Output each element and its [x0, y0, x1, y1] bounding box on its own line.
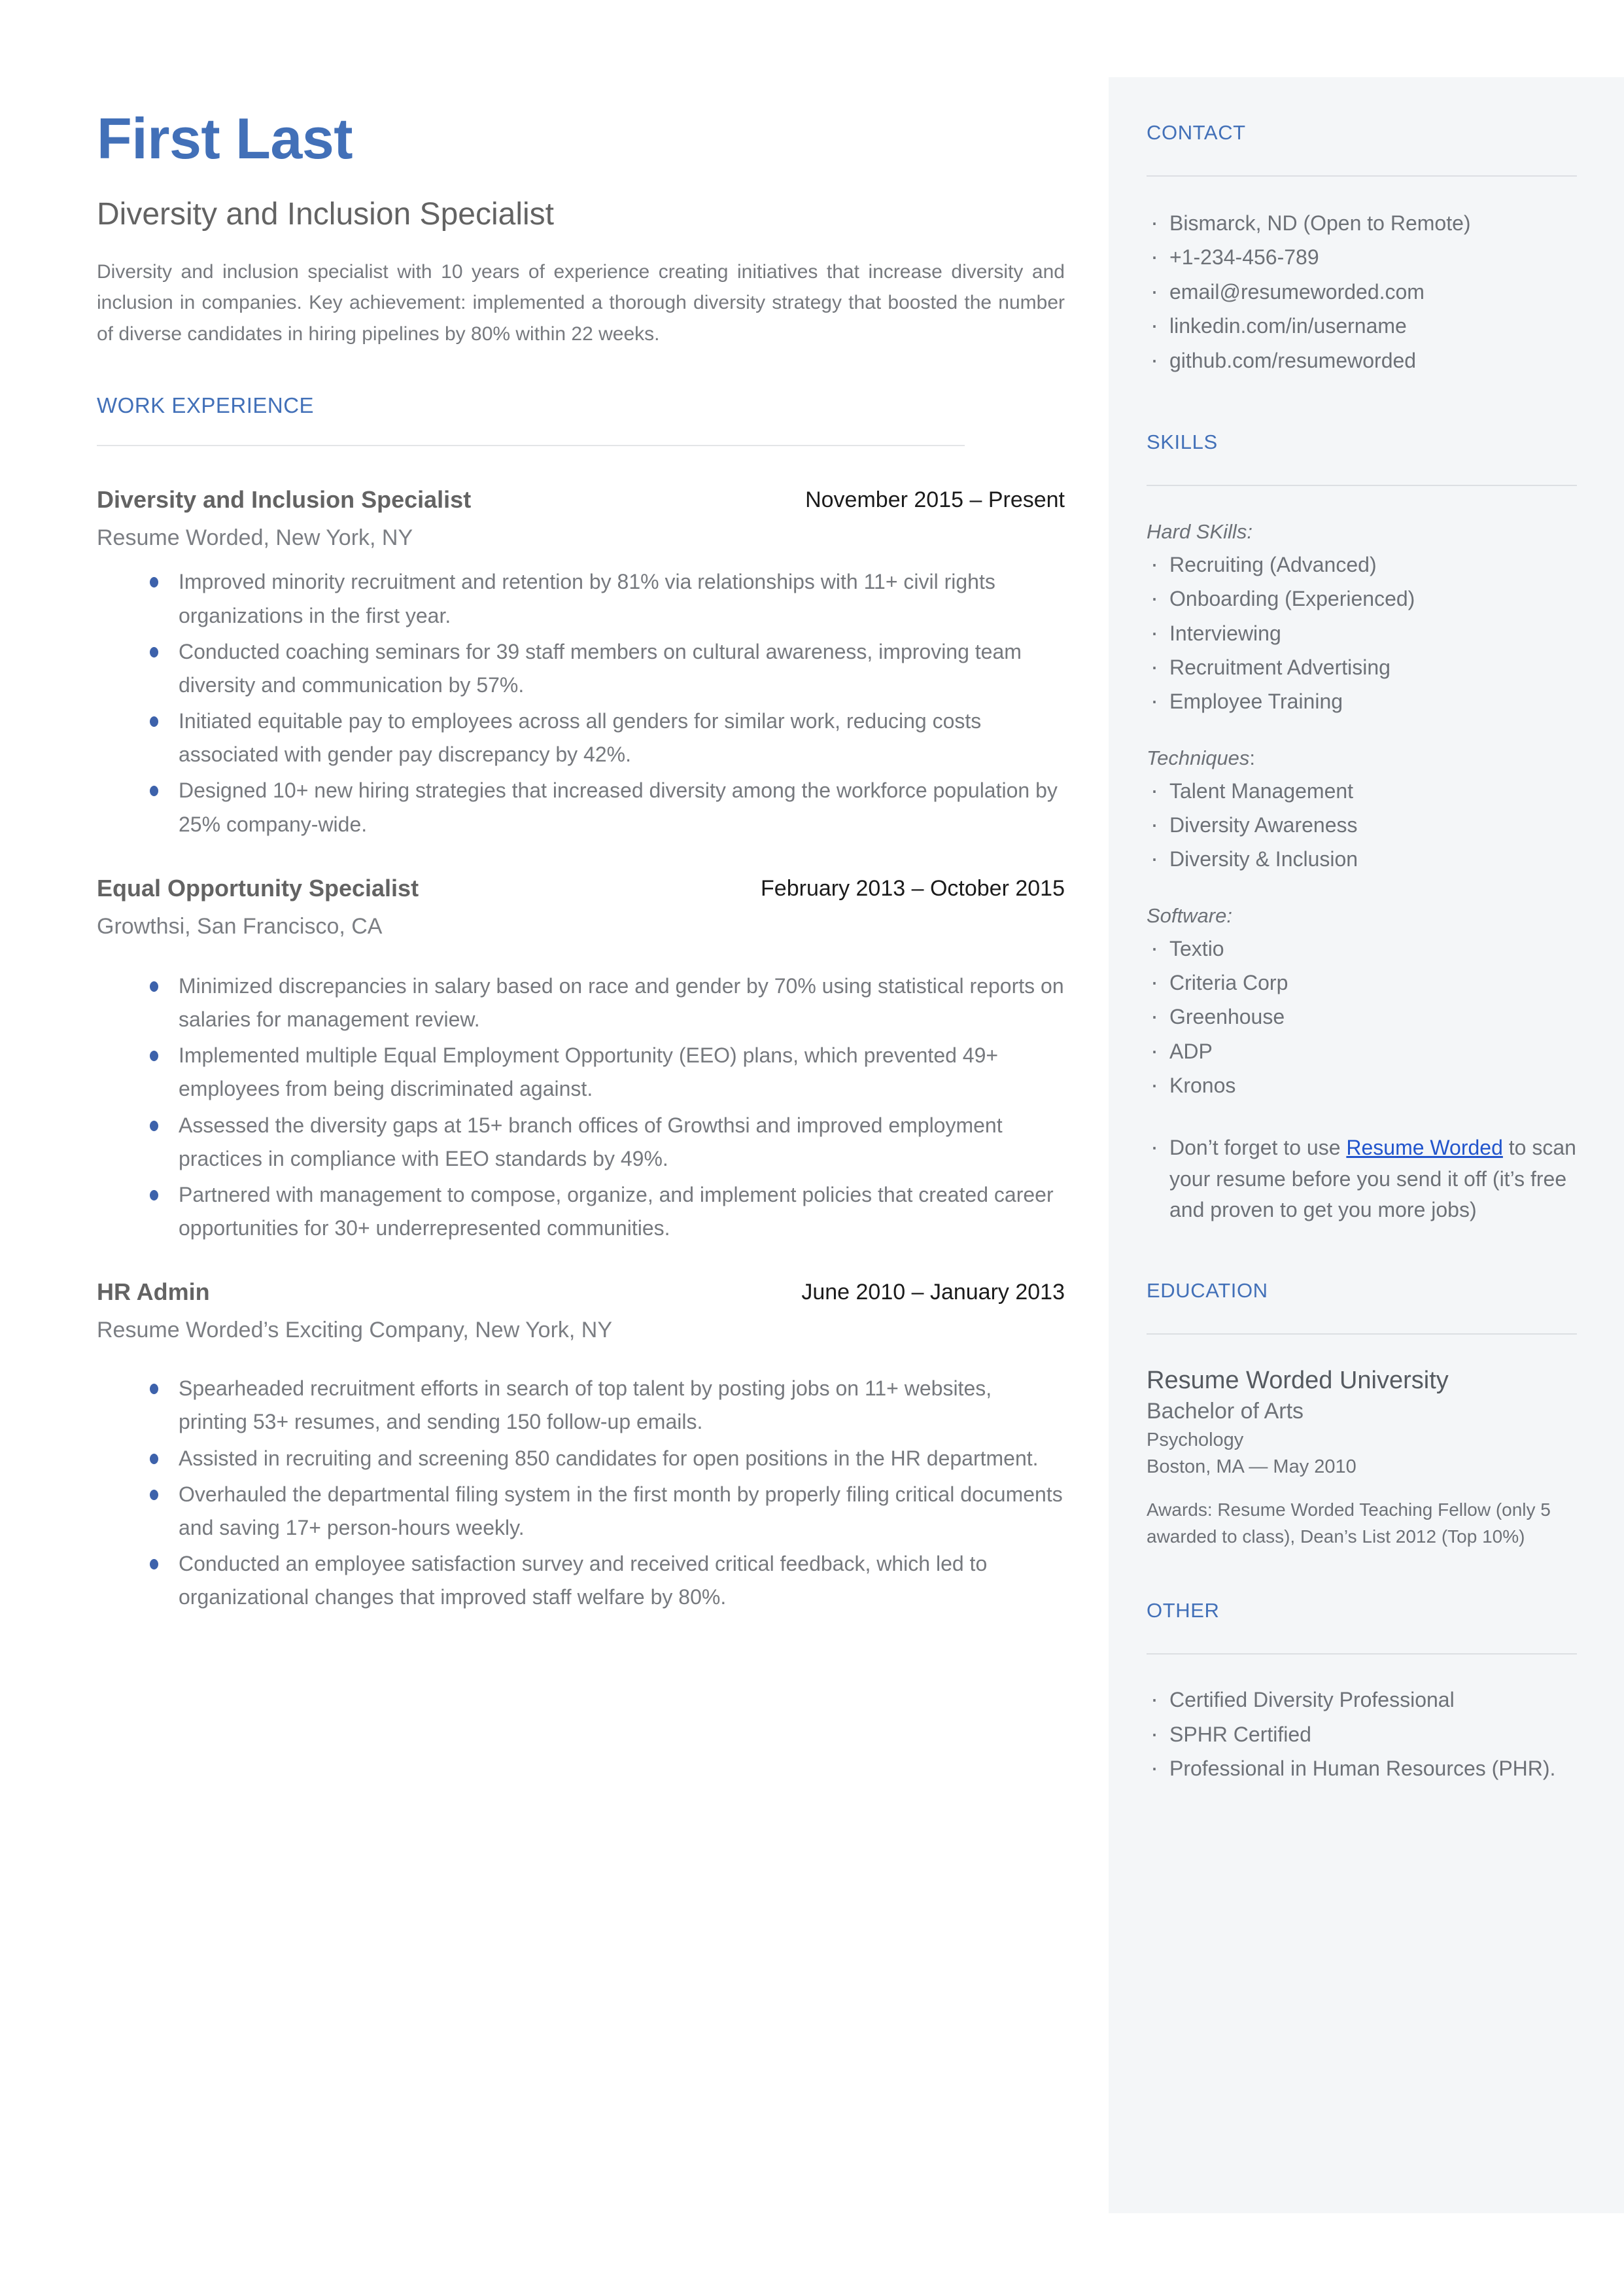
- job-bullets: Improved minority recruitment and retent…: [97, 565, 1065, 841]
- job-entry: Equal Opportunity Specialist February 20…: [97, 874, 1065, 1245]
- skill-item: Talent Management: [1147, 773, 1577, 808]
- education-field: Psychology: [1147, 1429, 1244, 1450]
- skills-section: SKILLS Hard SKills: Recruiting (Advanced…: [1147, 430, 1577, 1226]
- resume-worded-promo: Don’t forget to use Resume Worded to sca…: [1147, 1129, 1577, 1225]
- skills-group-software: Software: Textio Criteria Corp Greenhous…: [1147, 902, 1577, 1102]
- other-section-title: OTHER: [1147, 1599, 1220, 1622]
- skill-item: Employee Training: [1147, 683, 1577, 718]
- job-title: Diversity and Inclusion Specialist: [97, 486, 472, 514]
- education-awards: Awards: Resume Worded Teaching Fellow (o…: [1147, 1499, 1551, 1547]
- sidebar: CONTACT Bismarck, ND (Open to Remote) +1…: [1109, 77, 1624, 2213]
- other-item: SPHR Certified: [1147, 1716, 1577, 1751]
- skills-group-label-colon: :: [1249, 746, 1256, 769]
- skills-group-label: Software:: [1147, 903, 1232, 927]
- skill-item: Diversity & Inclusion: [1147, 841, 1577, 876]
- skills-hard-list: Recruiting (Advanced) Onboarding (Experi…: [1147, 546, 1577, 718]
- skills-software-list: Textio Criteria Corp Greenhouse ADP Kron…: [1147, 930, 1577, 1102]
- job-header: Equal Opportunity Specialist February 20…: [97, 874, 1065, 908]
- bullet-item: Conducted an employee satisfaction surve…: [97, 1547, 1065, 1614]
- contact-divider: [1147, 175, 1577, 177]
- education-section-title: EDUCATION: [1147, 1278, 1268, 1302]
- skill-item: Onboarding (Experienced): [1147, 580, 1577, 616]
- bullet-item: Spearheaded recruitment efforts in searc…: [97, 1372, 1065, 1439]
- skills-group-techniques: Techniques: Talent Management Diversity …: [1147, 744, 1577, 876]
- job-dates: June 2010 – January 2013: [801, 1280, 1065, 1305]
- other-divider: [1147, 1653, 1577, 1655]
- skills-group-label: Techniques:: [1147, 744, 1577, 773]
- contact-section-title: CONTACT: [1147, 121, 1246, 144]
- work-experience-section-title: WORK EXPERIENCE: [97, 393, 315, 418]
- contact-list: Bismarck, ND (Open to Remote) +1-234-456…: [1147, 205, 1577, 377]
- contact-item-linkedin[interactable]: linkedin.com/in/username: [1147, 307, 1577, 343]
- skill-item: Kronos: [1147, 1067, 1577, 1102]
- job-company: Resume Worded, New York, NY: [97, 525, 413, 551]
- education-school: Resume Worded University: [1147, 1366, 1449, 1394]
- job-title: Equal Opportunity Specialist: [97, 874, 419, 902]
- skill-item: Criteria Corp: [1147, 964, 1577, 1000]
- job-title: HR Admin: [97, 1278, 210, 1306]
- resume-page: CONTACT Bismarck, ND (Open to Remote) +1…: [0, 0, 1624, 2295]
- bullet-item: Assessed the diversity gaps at 15+ branc…: [97, 1109, 1065, 1176]
- skill-item: ADP: [1147, 1033, 1577, 1068]
- skills-divider: [1147, 484, 1577, 486]
- candidate-name: First Last: [97, 106, 353, 171]
- contact-item-email[interactable]: email@resumeworded.com: [1147, 273, 1577, 309]
- resume-worded-link[interactable]: Resume Worded: [1346, 1136, 1503, 1159]
- job-company: Resume Worded’s Exciting Company, New Yo…: [97, 1318, 613, 1343]
- skills-group-label-text: Techniques: [1147, 746, 1250, 769]
- education-location-date: Boston, MA — May 2010: [1147, 1456, 1356, 1477]
- other-list: Certified Diversity Professional SPHR Ce…: [1147, 1681, 1577, 1785]
- skill-item: Greenhouse: [1147, 998, 1577, 1034]
- contact-item-phone: +1-234-456-789: [1147, 239, 1577, 274]
- job-entry: HR Admin June 2010 – January 2013 Resume…: [97, 1278, 1065, 1614]
- skill-item: Recruitment Advertising: [1147, 649, 1577, 684]
- bullet-item: Assisted in recruiting and screening 850…: [97, 1442, 1065, 1475]
- bullet-item: Partnered with management to compose, or…: [97, 1178, 1065, 1245]
- job-bullets: Spearheaded recruitment efforts in searc…: [97, 1372, 1065, 1614]
- skills-techniques-list: Talent Management Diversity Awareness Di…: [1147, 773, 1577, 876]
- bullet-item: Minimized discrepancies in salary based …: [97, 970, 1065, 1036]
- skills-group-hard: Hard SKills: Recruiting (Advanced) Onboa…: [1147, 517, 1577, 718]
- job-company: Growthsi, San Francisco, CA: [97, 913, 383, 939]
- bullet-item: Initiated equitable pay to employees acr…: [97, 705, 1065, 771]
- skill-item: Diversity Awareness: [1147, 807, 1577, 842]
- work-experience-divider: [97, 445, 965, 447]
- job-header: Diversity and Inclusion Specialist Novem…: [97, 485, 1065, 519]
- contact-item-github[interactable]: github.com/resumeworded: [1147, 342, 1577, 377]
- job-dates: November 2015 – Present: [805, 487, 1065, 513]
- bullet-item: Conducted coaching seminars for 39 staff…: [97, 635, 1065, 702]
- other-item: Certified Diversity Professional: [1147, 1681, 1577, 1717]
- job-header: HR Admin June 2010 – January 2013: [97, 1278, 1065, 1312]
- contact-section: CONTACT Bismarck, ND (Open to Remote) +1…: [1147, 121, 1577, 377]
- other-item: Professional in Human Resources (PHR).: [1147, 1750, 1577, 1785]
- skill-item: Textio: [1147, 930, 1577, 966]
- bullet-item: Designed 10+ new hiring strategies that …: [97, 774, 1065, 841]
- skills-section-title: SKILLS: [1147, 430, 1218, 453]
- education-section: EDUCATION Resume Worded University Bache…: [1147, 1278, 1577, 1550]
- job-bullets: Minimized discrepancies in salary based …: [97, 970, 1065, 1246]
- bullet-item: Improved minority recruitment and retent…: [97, 565, 1065, 632]
- bullet-item: Implemented multiple Equal Employment Op…: [97, 1039, 1065, 1106]
- job-dates: February 2013 – October 2015: [761, 875, 1065, 901]
- other-section: OTHER Certified Diversity Professional S…: [1147, 1599, 1577, 1785]
- main-column: First Last Diversity and Inclusion Speci…: [97, 0, 1065, 1617]
- skill-item: Recruiting (Advanced): [1147, 546, 1577, 582]
- education-degree: Bachelor of Arts: [1147, 1399, 1304, 1424]
- skills-group-label: Hard SKills:: [1147, 519, 1253, 543]
- job-entry: Diversity and Inclusion Specialist Novem…: [97, 485, 1065, 841]
- contact-item-location: Bismarck, ND (Open to Remote): [1147, 205, 1577, 240]
- skill-item: Interviewing: [1147, 615, 1577, 650]
- bullet-item: Overhauled the departmental filing syste…: [97, 1478, 1065, 1545]
- education-divider: [1147, 1333, 1577, 1335]
- summary-paragraph: Diversity and inclusion specialist with …: [97, 261, 1065, 345]
- promo-prefix: Don’t forget to use: [1169, 1136, 1347, 1160]
- candidate-headline: Diversity and Inclusion Specialist: [97, 197, 554, 232]
